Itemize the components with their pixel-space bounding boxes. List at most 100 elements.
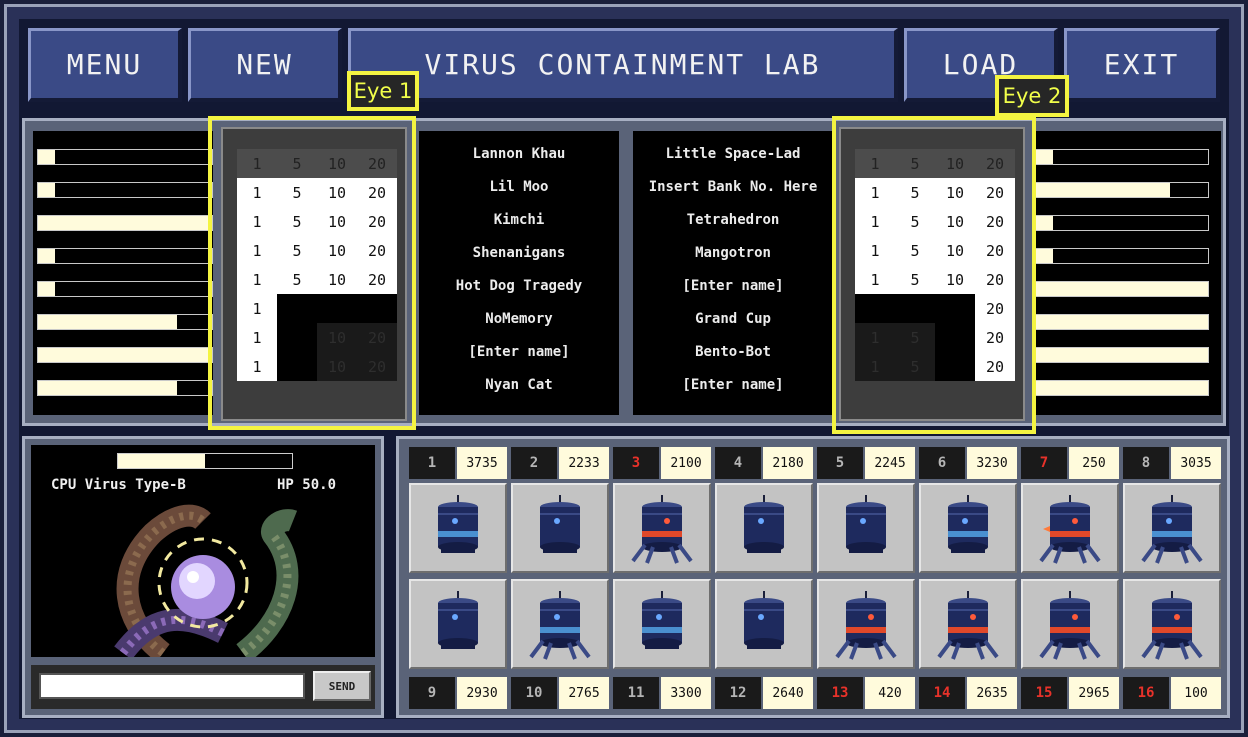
virus-panel: CPU Virus Type-B HP 50.0 SEND [22, 436, 384, 718]
virus-view: CPU Virus Type-B HP 50.0 [31, 445, 375, 657]
player-name[interactable]: Shenanigans [419, 236, 619, 269]
slot-number: 13 [817, 677, 863, 709]
robot-tile[interactable] [817, 483, 915, 573]
eye1-highlight [208, 116, 416, 430]
slot-number: 6 [919, 447, 965, 479]
robot-icon [513, 495, 607, 575]
robot-icon [1125, 495, 1219, 575]
slot-score: 2635 [967, 677, 1017, 709]
robot-icon [921, 495, 1015, 575]
eye2-highlight [832, 116, 1036, 434]
left-bars [33, 131, 213, 415]
slot-number: 12 [715, 677, 761, 709]
player-name[interactable]: Mangotron [633, 236, 833, 269]
robot-tile[interactable] [511, 579, 609, 669]
names-left: Lannon Khau Lil Moo Kimchi Shenanigans Hot D… [419, 131, 619, 415]
level-bar-fill [38, 150, 56, 164]
level-bar [1035, 281, 1209, 297]
level-bar [37, 281, 213, 297]
player-name[interactable]: [Enter name] [633, 269, 833, 302]
robot-tile[interactable] [715, 579, 813, 669]
robot-tile[interactable] [919, 579, 1017, 669]
robot-icon [411, 495, 505, 575]
player-name[interactable]: NoMemory [419, 302, 619, 335]
level-bar-fill [1036, 315, 1208, 329]
level-bar-fill [38, 381, 178, 395]
level-bar [37, 215, 213, 231]
robot-tile[interactable] [409, 483, 507, 573]
player-name[interactable]: Insert Bank No. Here [633, 170, 833, 203]
robot-icon [411, 591, 505, 671]
slot-score: 3230 [967, 447, 1017, 479]
robot-icon [1023, 591, 1117, 671]
level-bar [1035, 347, 1209, 363]
title-banner: VIRUS CONTAINMENT LAB [348, 28, 898, 102]
robot-icon [717, 495, 811, 575]
chat-input[interactable] [39, 673, 305, 699]
slot-score: 3035 [1171, 447, 1221, 479]
slot-number: 5 [817, 447, 863, 479]
slot-number: 16 [1123, 677, 1169, 709]
robot-icon [819, 495, 913, 575]
level-bar [37, 347, 213, 363]
slot-score: 2180 [763, 447, 813, 479]
slot-number: 15 [1021, 677, 1067, 709]
level-bar-fill [1036, 282, 1208, 296]
robot-tile[interactable] [409, 579, 507, 669]
robot-tile[interactable] [613, 579, 711, 669]
level-bar [1035, 248, 1209, 264]
robot-icon [615, 495, 709, 575]
robot-icon [717, 591, 811, 671]
robot-tile[interactable] [1123, 483, 1221, 573]
eye2-tag: Eye 2 [995, 75, 1069, 117]
level-bar-fill [38, 249, 56, 263]
player-name[interactable]: Bento-Bot [633, 335, 833, 368]
robot-tile[interactable] [511, 483, 609, 573]
robot-panel: 1 3735 2 2233 3 2100 4 2180 5 2245 6 3230 7 250 8 3035 9… [396, 436, 1230, 718]
hp-bar [117, 453, 293, 469]
level-bar-fill [1036, 216, 1054, 230]
robot-tile[interactable] [1021, 483, 1119, 573]
slot-number: 7 [1021, 447, 1067, 479]
player-name[interactable]: Lil Moo [419, 170, 619, 203]
right-bars [1033, 131, 1221, 415]
robot-icon [819, 591, 913, 671]
robot-tile[interactable] [1123, 579, 1221, 669]
player-name[interactable]: Lannon Khau [419, 137, 619, 170]
slot-score: 420 [865, 677, 915, 709]
level-bar-fill [38, 315, 178, 329]
robot-tile[interactable] [715, 483, 813, 573]
slot-score: 100 [1171, 677, 1221, 709]
exit-button[interactable]: EXIT [1064, 28, 1220, 102]
slot-number: 3 [613, 447, 659, 479]
slot-number: 14 [919, 677, 965, 709]
menu-button[interactable]: MENU [28, 28, 182, 102]
player-name[interactable]: [Enter name] [633, 368, 833, 401]
level-bar-fill [1036, 183, 1171, 197]
player-name[interactable]: Little Space-Lad [633, 137, 833, 170]
chat-row: SEND [31, 665, 375, 709]
robot-icon [615, 591, 709, 671]
robot-tile[interactable] [919, 483, 1017, 573]
player-name[interactable]: [Enter name] [419, 335, 619, 368]
slot-score: 3300 [661, 677, 711, 709]
level-bar [1035, 380, 1209, 396]
level-bar-fill [38, 348, 212, 362]
level-bar [1035, 314, 1209, 330]
send-button[interactable]: SEND [313, 671, 371, 701]
new-button[interactable]: NEW [188, 28, 342, 102]
level-bar [37, 314, 213, 330]
virus-name: CPU Virus Type-B [51, 477, 186, 493]
player-name[interactable]: Hot Dog Tragedy [419, 269, 619, 302]
level-bar [1035, 182, 1209, 198]
player-name[interactable]: Tetrahedron [633, 203, 833, 236]
player-name[interactable]: Grand Cup [633, 302, 833, 335]
level-bar-fill [1036, 150, 1054, 164]
robot-tile[interactable] [613, 483, 711, 573]
player-name[interactable]: Kimchi [419, 203, 619, 236]
eye1-tag: Eye 1 [347, 71, 419, 111]
slot-score: 2965 [1069, 677, 1119, 709]
robot-tile[interactable] [817, 579, 915, 669]
player-name[interactable]: Nyan Cat [419, 368, 619, 401]
robot-tile[interactable] [1021, 579, 1119, 669]
